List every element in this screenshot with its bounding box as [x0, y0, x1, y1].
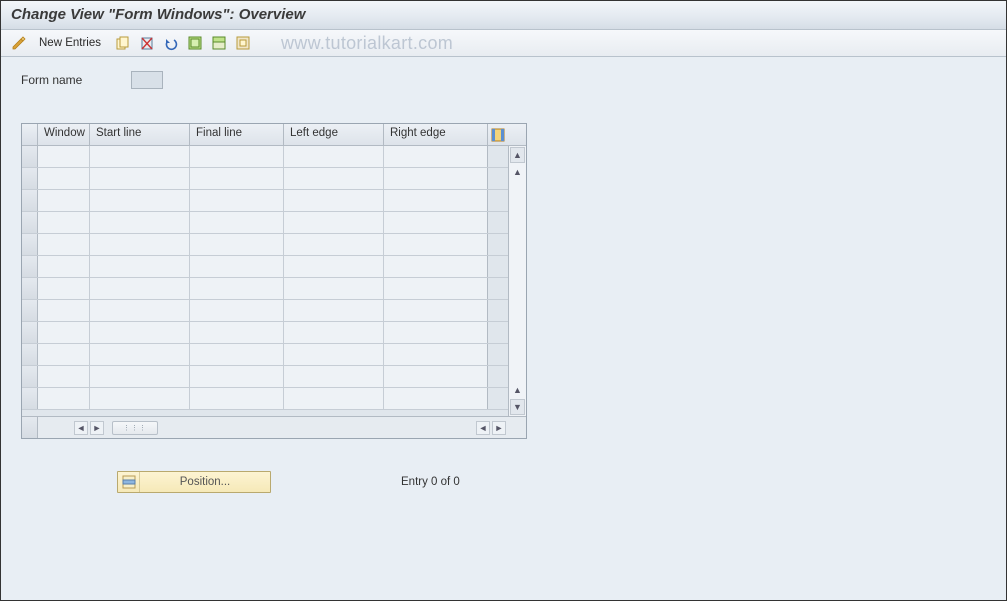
- position-label: Position...: [140, 476, 270, 488]
- table-row[interactable]: [22, 300, 508, 322]
- delete-icon[interactable]: [137, 33, 157, 53]
- deselect-all-icon[interactable]: [233, 33, 253, 53]
- col-header-right-edge[interactable]: Right edge: [384, 124, 488, 145]
- grid-header-row: Window Start line Final line Left edge R…: [22, 124, 526, 146]
- table-row[interactable]: [22, 322, 508, 344]
- footer-row: Position... Entry 0 of 0: [117, 471, 986, 493]
- watermark-text: www.tutorialkart.com: [281, 33, 453, 54]
- position-icon: [118, 472, 140, 492]
- grid-body: ▲ ▲ ▲ ▼: [22, 146, 526, 416]
- col-header-start-line[interactable]: Start line: [90, 124, 190, 145]
- col-header-final-line[interactable]: Final line: [190, 124, 284, 145]
- row-selector-header[interactable]: [22, 124, 38, 145]
- table-row[interactable]: [22, 168, 508, 190]
- scroll-up-secondary-icon[interactable]: ▲: [509, 164, 526, 180]
- col-header-window[interactable]: Window: [38, 124, 90, 145]
- form-name-row: Form name: [21, 71, 986, 89]
- entry-status: Entry 0 of 0: [401, 476, 460, 488]
- column-config-icon[interactable]: [488, 124, 508, 145]
- vertical-scrollbar[interactable]: ▲ ▲ ▲ ▼: [508, 146, 526, 416]
- scroll-down-icon[interactable]: ▼: [510, 399, 525, 415]
- table-row[interactable]: [22, 190, 508, 212]
- content-area: Form name Window Start line Final line L…: [1, 57, 1006, 600]
- table-row[interactable]: [22, 234, 508, 256]
- new-entries-button[interactable]: New Entries: [33, 34, 107, 52]
- table-row[interactable]: [22, 146, 508, 168]
- title-bar: Change View "Form Windows": Overview: [1, 1, 1006, 30]
- toolbar: New Entries www.tutorialkart.com: [1, 30, 1006, 57]
- position-button[interactable]: Position...: [117, 471, 271, 493]
- toggle-change-icon[interactable]: [9, 33, 29, 53]
- form-name-input[interactable]: [131, 71, 163, 89]
- table-row[interactable]: [22, 388, 508, 410]
- table-row[interactable]: [22, 256, 508, 278]
- scroll-right-end-icon[interactable]: ►: [492, 421, 506, 435]
- undo-icon[interactable]: [161, 33, 181, 53]
- form-name-label: Form name: [21, 73, 121, 87]
- scroll-right-icon[interactable]: ►: [90, 421, 104, 435]
- select-all-icon[interactable]: [185, 33, 205, 53]
- table-row[interactable]: [22, 366, 508, 388]
- table-row[interactable]: [22, 344, 508, 366]
- scroll-down-secondary-icon[interactable]: ▲: [509, 382, 526, 398]
- table-row[interactable]: [22, 212, 508, 234]
- scroll-left-icon[interactable]: ◄: [74, 421, 88, 435]
- copy-icon[interactable]: [113, 33, 133, 53]
- scroll-up-icon[interactable]: ▲: [510, 147, 525, 163]
- scroll-thumb[interactable]: ⋮⋮⋮: [112, 421, 158, 435]
- scroll-left-end-icon[interactable]: ◄: [476, 421, 490, 435]
- grid-rows: [22, 146, 508, 416]
- page-title: Change View "Form Windows": Overview: [11, 6, 305, 23]
- table-row[interactable]: [22, 278, 508, 300]
- select-block-icon[interactable]: [209, 33, 229, 53]
- form-windows-grid: Window Start line Final line Left edge R…: [21, 123, 527, 439]
- horizontal-scrollbar: ◄ ► ⋮⋮⋮ ◄ ►: [22, 416, 526, 438]
- col-header-left-edge[interactable]: Left edge: [284, 124, 384, 145]
